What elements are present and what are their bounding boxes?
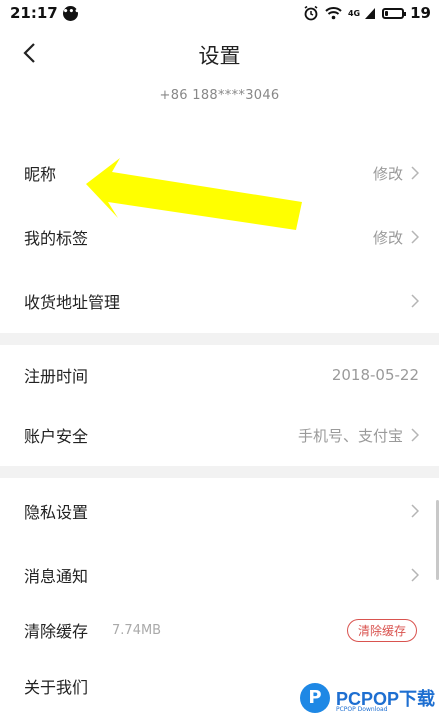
row-privacy-settings[interactable]: 隐私设置 bbox=[0, 481, 439, 541]
status-time: 21:17 bbox=[10, 4, 58, 22]
row-value: 2018-05-22 bbox=[331, 366, 419, 384]
wifi-icon bbox=[325, 7, 342, 20]
row-clear-cache: 清除缓存 7.74MB 清除缓存 bbox=[0, 600, 439, 660]
status-bar: 21:17 ••• 4G 19 bbox=[0, 0, 439, 26]
row-label: 我的标签 bbox=[24, 229, 89, 248]
page-title: 设置 bbox=[198, 44, 241, 68]
row-account-security[interactable]: 账户安全 手机号、支付宝 bbox=[0, 405, 439, 465]
chevron-right-icon bbox=[411, 166, 419, 180]
alarm-icon bbox=[304, 5, 318, 21]
row-registration-time: 注册时间 2018-05-22 bbox=[0, 345, 439, 405]
chevron-right-icon bbox=[411, 294, 419, 308]
clear-cache-button[interactable]: 清除缓存 bbox=[346, 618, 417, 642]
account-phone: +86 188****3046 bbox=[159, 88, 280, 103]
row-message-notifications[interactable]: 消息通知 bbox=[0, 545, 439, 605]
row-value: 手机号、支付宝 bbox=[297, 426, 403, 445]
cache-size: 7.74MB bbox=[112, 622, 162, 638]
row-value: 修改 bbox=[372, 164, 403, 183]
nav-bar: 设置 bbox=[0, 30, 439, 76]
row-label: 收货地址管理 bbox=[24, 293, 121, 312]
chat-bubble-icon: ••• bbox=[62, 5, 80, 21]
signal-icon bbox=[365, 7, 376, 19]
row-label: 账户安全 bbox=[24, 427, 89, 446]
section-divider bbox=[0, 466, 439, 478]
row-label: 注册时间 bbox=[24, 367, 89, 386]
row-label: 消息通知 bbox=[24, 567, 89, 586]
battery-level: 19 bbox=[410, 4, 431, 22]
chevron-right-icon bbox=[411, 568, 419, 582]
chevron-right-icon bbox=[411, 504, 419, 518]
row-label: 隐私设置 bbox=[24, 503, 89, 522]
section-divider bbox=[0, 333, 439, 345]
row-label: 关于我们 bbox=[24, 678, 89, 697]
battery-icon bbox=[382, 7, 407, 19]
row-address-management[interactable]: 收货地址管理 bbox=[0, 271, 439, 331]
watermark-logo: P bbox=[300, 683, 330, 713]
yellow-arrow-annotation bbox=[86, 158, 302, 230]
row-value: 修改 bbox=[372, 228, 403, 247]
watermark-sub: PCPOP Download bbox=[336, 706, 388, 713]
network-type: 4G bbox=[347, 8, 361, 18]
chevron-right-icon bbox=[411, 230, 419, 244]
watermark: P PCPOP下载 PCPOP Download bbox=[300, 676, 439, 720]
chevron-right-icon bbox=[411, 428, 419, 442]
row-label: 昵称 bbox=[24, 165, 57, 184]
row-label: 清除缓存 bbox=[24, 622, 89, 641]
